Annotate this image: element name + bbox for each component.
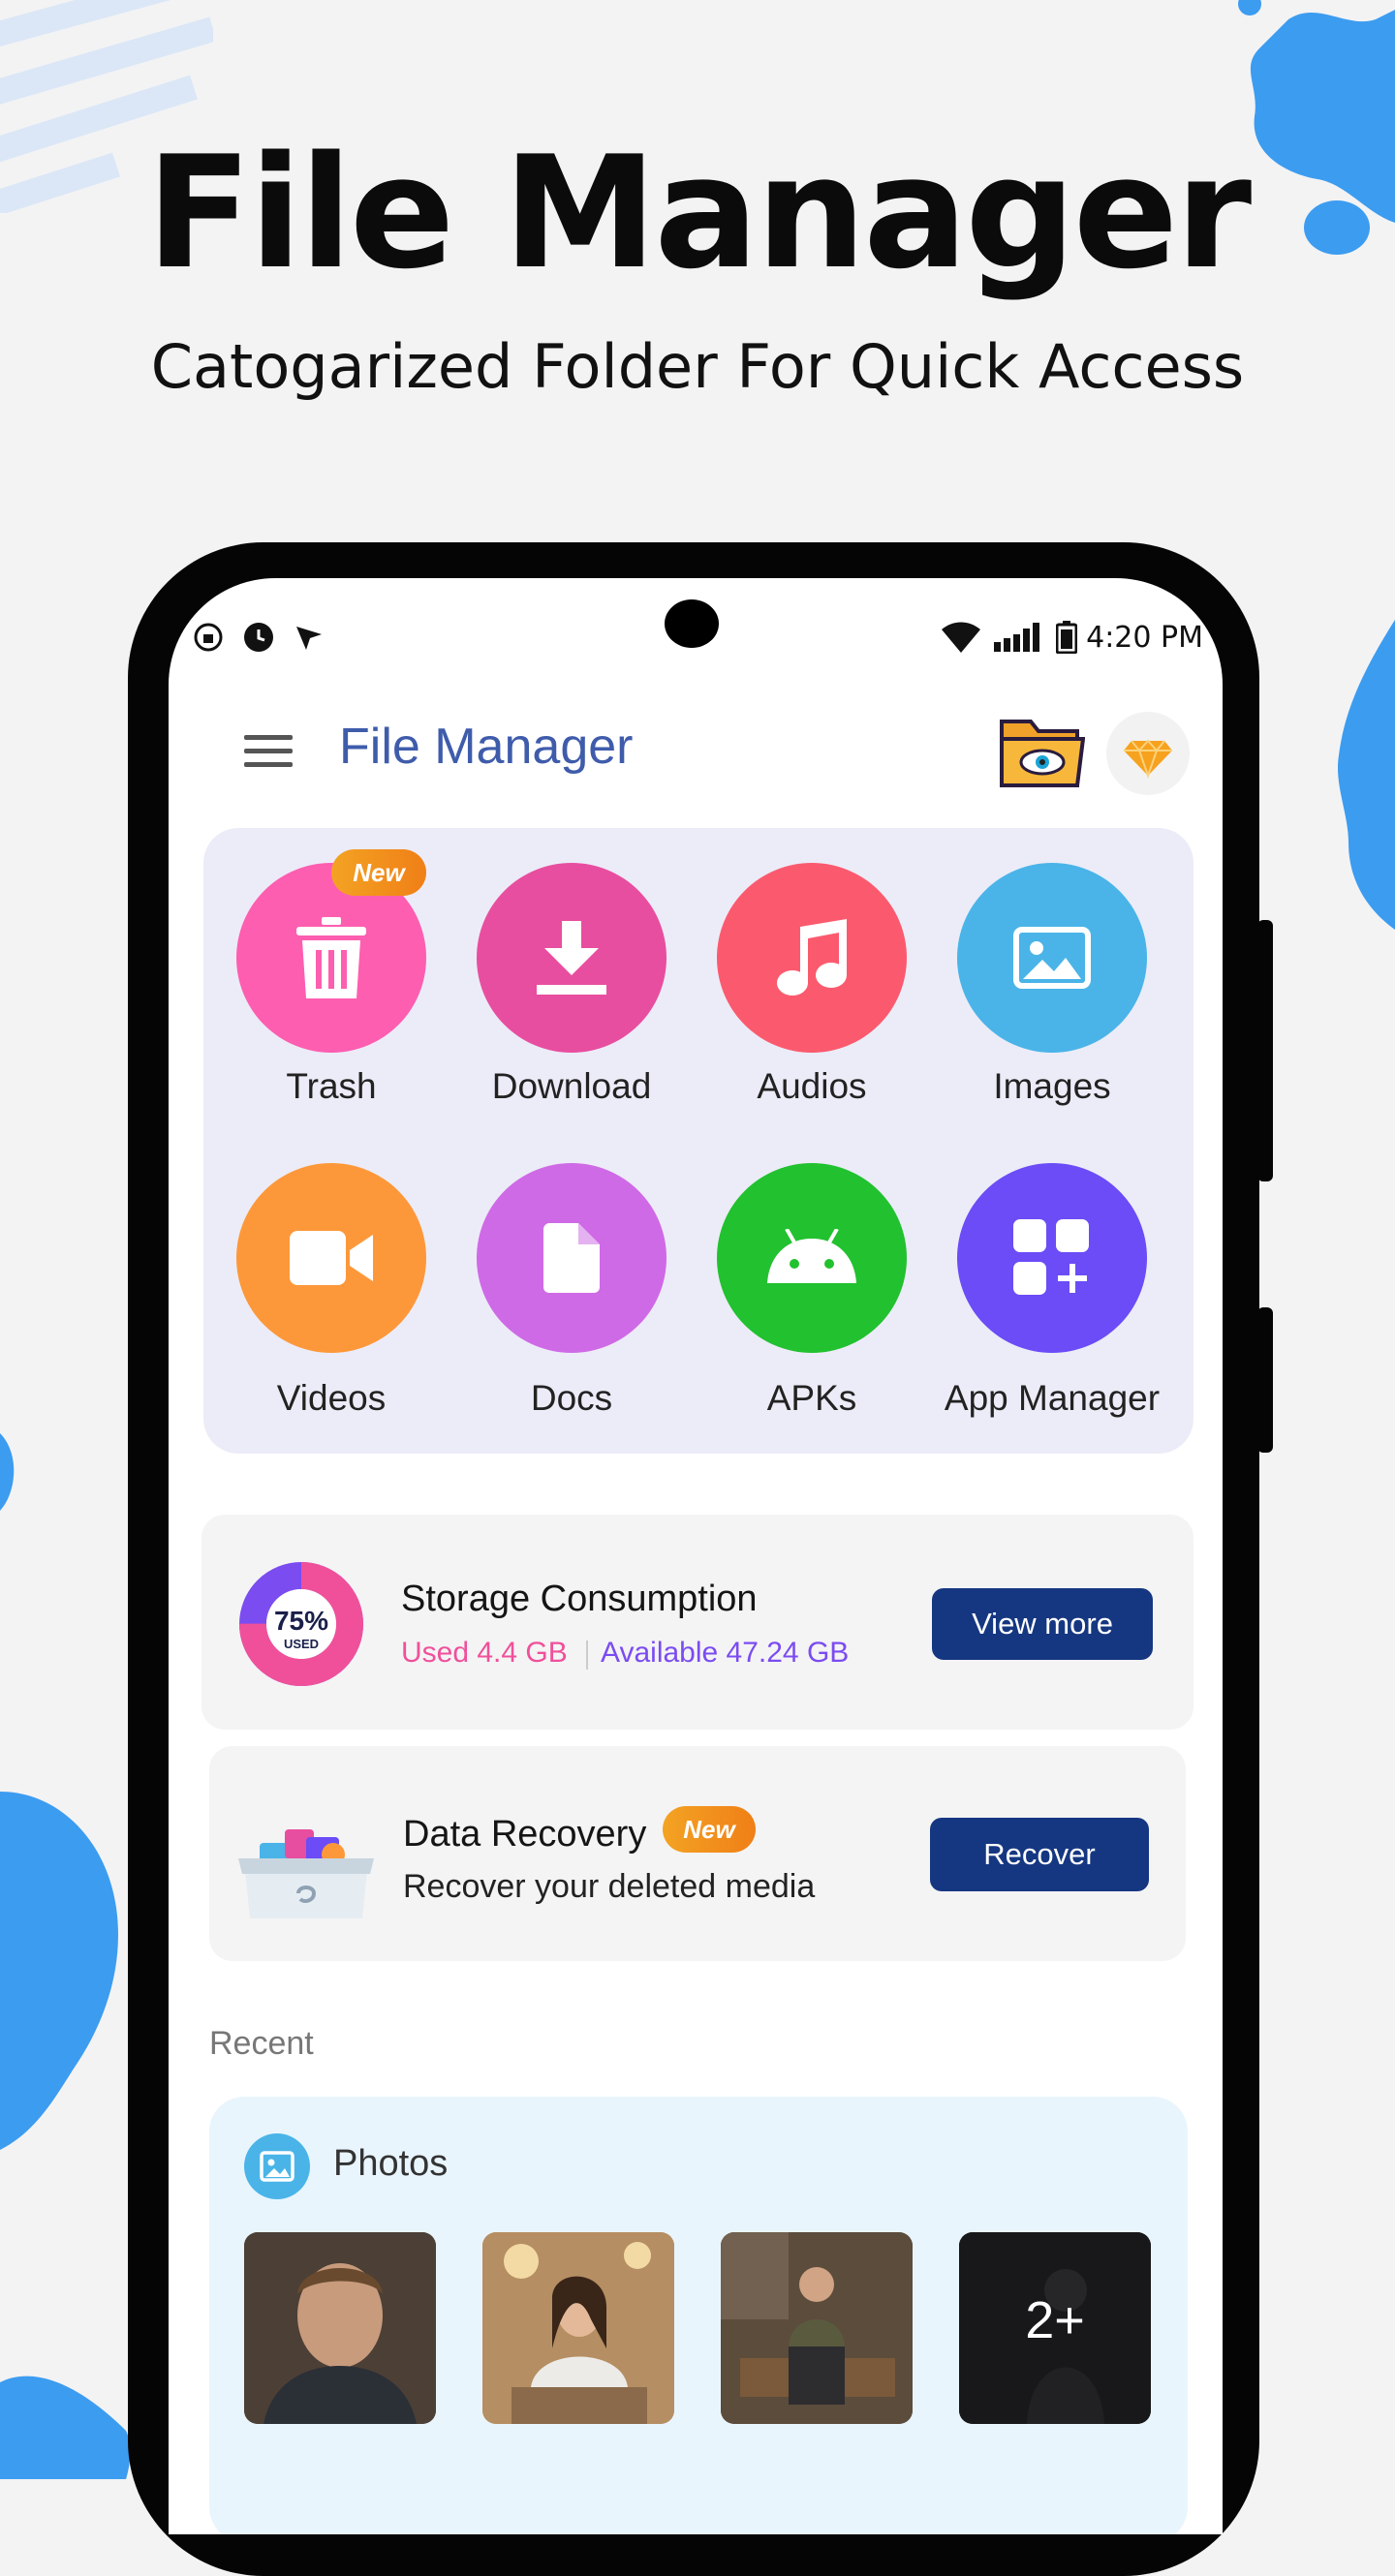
- docs-circle: [477, 1163, 666, 1353]
- navigation-arrow-icon: [296, 627, 322, 650]
- diamond-icon: [1124, 739, 1172, 780]
- signal-icon: [994, 623, 1039, 652]
- category-trash[interactable]: New Trash: [211, 849, 451, 1124]
- new-badge: New: [331, 849, 426, 896]
- app-manager-circle: [957, 1163, 1147, 1353]
- recent-photos-panel: Photos 2+: [209, 2097, 1188, 2534]
- category-grid: New Trash Download Audios Images Videos …: [203, 828, 1194, 1454]
- images-circle: [957, 863, 1147, 1053]
- man-sitting-photo: [721, 2232, 913, 2424]
- decorative-splash-right: [1337, 620, 1395, 930]
- category-label: Trash: [286, 1066, 377, 1106]
- app-grid-icon: [1013, 1219, 1089, 1295]
- recovery-subtitle: Recover your deleted media: [403, 1868, 816, 1905]
- app-bar: File Manager: [169, 694, 1223, 811]
- storage-used: Used 4.4 GB: [401, 1637, 568, 1669]
- category-apks[interactable]: APKs: [692, 1163, 932, 1425]
- promo-subtitle: Catogarized Folder For Quick Access: [150, 331, 1245, 402]
- category-label: Docs: [530, 1378, 613, 1418]
- recovery-title: Data Recovery: [403, 1814, 647, 1855]
- hamburger-menu-icon[interactable]: [244, 731, 293, 770]
- recovery-box-icon: [238, 1829, 374, 1918]
- category-label: Download: [491, 1066, 652, 1106]
- battery-icon: [1056, 621, 1077, 654]
- more-photos-count: 2+: [1025, 2291, 1085, 2349]
- category-label: App Manager: [944, 1378, 1161, 1418]
- category-label: Images: [993, 1066, 1111, 1106]
- video-camera-icon: [290, 1231, 373, 1285]
- trash-icon: [296, 917, 366, 998]
- apks-circle: [717, 1163, 907, 1353]
- photo-more-thumbnail[interactable]: 2+: [959, 2232, 1151, 2424]
- storage-percent: 75%: [273, 1606, 329, 1636]
- photos-icon[interactable]: [244, 2133, 310, 2199]
- recent-label: Recent: [209, 2025, 314, 2062]
- audios-circle: [717, 863, 907, 1053]
- image-icon: [1013, 927, 1091, 989]
- portrait-photo-man: [244, 2232, 436, 2424]
- status-time: 4:20 PM: [1086, 621, 1203, 655]
- document-icon: [543, 1223, 600, 1293]
- status-icons-left: [192, 621, 326, 654]
- category-videos[interactable]: Videos: [211, 1163, 451, 1425]
- photos-section-title: Photos: [333, 2143, 449, 2184]
- data-recovery-card: Data Recovery New Recover your deleted m…: [209, 1746, 1186, 1961]
- clock-icon: [244, 623, 273, 652]
- download-circle: [477, 863, 666, 1053]
- phone-side-button: [1257, 1307, 1273, 1453]
- photo-thumbnail[interactable]: [721, 2232, 913, 2424]
- decorative-splash-bottom-left: [0, 2376, 131, 2479]
- music-note-icon: [777, 919, 847, 996]
- category-audios[interactable]: Audios: [692, 863, 932, 1124]
- app-title: File Manager: [339, 719, 634, 775]
- premium-button[interactable]: [1106, 712, 1190, 795]
- photo-thumbnail[interactable]: [482, 2232, 674, 2424]
- category-label: Videos: [276, 1378, 387, 1418]
- view-more-button[interactable]: View more: [932, 1588, 1153, 1660]
- category-app-manager[interactable]: App Manager: [932, 1163, 1172, 1425]
- promo-title: File Manager: [145, 122, 1252, 303]
- decorative-splash-left: [0, 1433, 118, 2150]
- storage-percent-caption: USED: [283, 1637, 320, 1651]
- storage-card: 75% USED Storage Consumption Used 4.4 GB…: [202, 1515, 1194, 1730]
- status-bar: 4:20 PM: [169, 578, 1223, 704]
- woman-writing-photo: [482, 2232, 674, 2424]
- phone-side-button: [1257, 920, 1273, 1181]
- wifi-icon: [942, 622, 980, 653]
- storage-available: Available 47.24 GB: [601, 1637, 850, 1669]
- category-label: Audios: [757, 1066, 867, 1106]
- videos-circle: [236, 1163, 426, 1353]
- new-badge: New: [663, 1806, 756, 1853]
- hidden-folder-eye-icon[interactable]: [1000, 714, 1085, 791]
- rotation-lock-icon: [194, 623, 223, 652]
- category-label: APKs: [766, 1378, 857, 1418]
- category-download[interactable]: Download: [451, 863, 692, 1124]
- front-camera: [665, 599, 719, 648]
- download-icon: [537, 921, 606, 995]
- storage-divider: [586, 1641, 588, 1670]
- phone-screen: 4:20 PM File Manager New Trash Download …: [169, 578, 1223, 2534]
- category-images[interactable]: Images: [932, 863, 1172, 1124]
- category-docs[interactable]: Docs: [451, 1163, 692, 1425]
- recover-button[interactable]: Recover: [930, 1818, 1149, 1891]
- status-icons-right: [942, 621, 1077, 654]
- android-icon: [767, 1229, 856, 1283]
- photo-thumbnail[interactable]: [244, 2232, 436, 2424]
- storage-title: Storage Consumption: [401, 1579, 758, 1619]
